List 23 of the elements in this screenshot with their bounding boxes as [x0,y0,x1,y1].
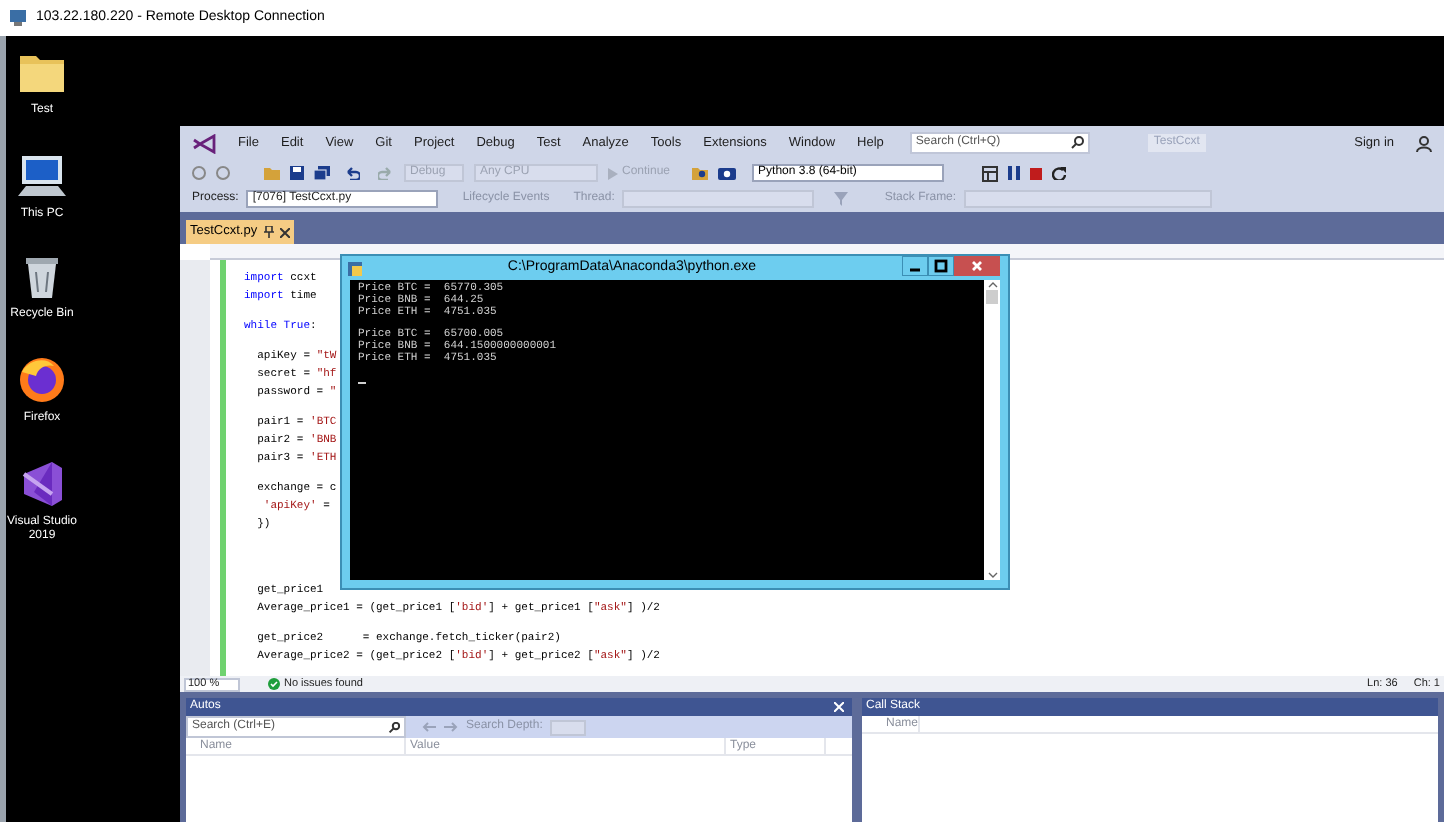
undo-icon[interactable] [344,166,360,180]
camera-icon[interactable] [718,166,737,180]
person-icon[interactable] [1416,135,1432,151]
close-icon[interactable] [279,227,290,237]
scrollbar[interactable] [984,280,1000,580]
monitor-icon [8,8,28,28]
text-cursor [358,382,366,384]
play-icon [608,167,618,179]
restart-icon[interactable] [1052,166,1067,180]
save-icon[interactable] [290,166,304,180]
minimize-icon[interactable] [902,256,928,276]
stop-icon[interactable] [1030,167,1043,179]
layout-icon[interactable] [982,165,999,181]
save-all-icon[interactable] [314,166,330,180]
search-icon [1069,136,1084,150]
python-icon [348,261,362,275]
pause-icon[interactable] [1008,166,1021,180]
pin-icon [263,226,274,238]
find-icon[interactable] [692,166,709,180]
maximize-icon[interactable] [928,256,954,276]
scrollbar-thumb[interactable] [986,290,998,304]
search-icon [388,721,400,733]
close-icon[interactable] [954,256,1000,276]
